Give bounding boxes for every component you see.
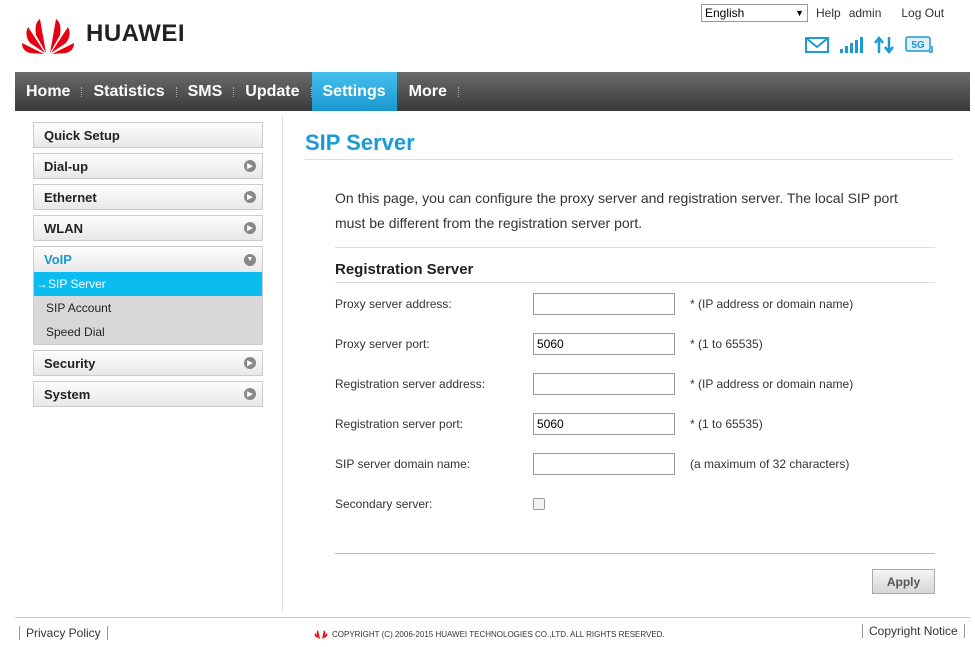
submenu-item-label: SIP Server — [48, 277, 106, 291]
field-label: Proxy server address: — [335, 297, 452, 311]
nav-separator — [457, 86, 459, 97]
sidebar-item-system[interactable]: System ▶ — [33, 381, 263, 407]
user-name: admin — [848, 6, 882, 20]
sidebar-item-security[interactable]: Security ▶ — [33, 350, 263, 376]
chevron-right-icon: ▶ — [244, 191, 256, 203]
sidebar-item-dialup[interactable]: Dial-up ▶ — [33, 153, 263, 179]
chevron-right-icon: ▶ — [244, 160, 256, 172]
field-label: Proxy server port: — [335, 337, 430, 351]
sidebar-item-label: VoIP — [44, 252, 72, 267]
help-link[interactable]: Help — [816, 6, 841, 20]
sidebar-item-label: WLAN — [44, 220, 83, 236]
mail-icon[interactable] — [805, 36, 829, 54]
svg-text:5G: 5G — [911, 40, 925, 51]
sidebar: Quick Setup Dial-up ▶ Ethernet ▶ WLAN ▶ … — [33, 122, 263, 412]
page-title: SIP Server — [305, 130, 415, 155]
huawei-logo-icon — [22, 19, 74, 54]
sidebar-item-label: Dial-up — [44, 158, 89, 174]
arrow-right-icon: → — [36, 277, 48, 291]
field-hint: * (IP address or domain name) — [690, 297, 854, 311]
voip-submenu: → SIP Server SIP Account Speed Dial — [33, 272, 263, 345]
brand-name: HUAWEI — [86, 20, 185, 47]
language-select[interactable]: English ▼ — [701, 4, 808, 22]
sidebar-item-wlan[interactable]: WLAN ▶ — [33, 215, 263, 241]
field-label: Registration server port: — [335, 417, 464, 431]
submenu-item-sip-server[interactable]: → SIP Server — [34, 272, 262, 296]
form-row-registration-address: Registration server address: * (IP addre… — [335, 372, 853, 396]
copyright-notice-link[interactable]: Copyright Notice — [862, 624, 965, 638]
form-row-secondary-server: Secondary server: — [335, 492, 545, 516]
submenu-item-label: SIP Account — [46, 301, 112, 315]
proxy-port-input[interactable]: 5060 — [533, 333, 675, 355]
field-hint: * (IP address or domain name) — [690, 377, 854, 391]
copyright: COPYRIGHT (C) 2006-2015 HUAWEI TECHNOLOG… — [314, 629, 665, 639]
domain-name-input[interactable] — [533, 453, 675, 475]
apply-button[interactable]: Apply — [872, 569, 935, 594]
form-row-registration-port: Registration server port: 5060 * (1 to 6… — [335, 412, 763, 436]
divider — [335, 247, 935, 248]
status-icons: 5G — [805, 36, 933, 54]
secondary-server-checkbox[interactable] — [533, 498, 545, 510]
logout-link[interactable]: Log Out — [901, 6, 944, 20]
field-hint: * (1 to 65535) — [690, 337, 763, 351]
sidebar-item-ethernet[interactable]: Ethernet ▶ — [33, 184, 263, 210]
sidebar-item-label: Ethernet — [44, 189, 97, 205]
divider — [335, 282, 935, 283]
submenu-item-sip-account[interactable]: SIP Account — [34, 296, 262, 320]
sidebar-item-label: Quick Setup — [44, 127, 120, 143]
huawei-small-logo-icon — [314, 630, 328, 639]
registration-port-input[interactable]: 5060 — [533, 413, 675, 435]
nav-update[interactable]: Update — [234, 72, 310, 111]
proxy-address-input[interactable] — [533, 293, 675, 315]
dropdown-arrow-icon: ▼ — [795, 8, 804, 18]
privacy-policy-link[interactable]: Privacy Policy — [19, 626, 108, 640]
top-links: English ▼ Help admin Log Out — [701, 4, 944, 22]
form-row-proxy-address: Proxy server address: * (IP address or d… — [335, 292, 853, 316]
field-label: Registration server address: — [335, 377, 486, 391]
nav-home[interactable]: Home — [15, 72, 81, 111]
nav-sms[interactable]: SMS — [177, 72, 234, 111]
field-label: SIP server domain name: — [335, 457, 471, 471]
field-hint: (a maximum of 32 characters) — [690, 457, 850, 471]
nav-settings[interactable]: Settings — [311, 72, 397, 111]
huawei-logo: HUAWEI — [20, 13, 185, 55]
page-description: On this page, you can configure the prox… — [335, 190, 898, 231]
form-row-domain-name: SIP server domain name: (a maximum of 32… — [335, 452, 849, 476]
sidebar-item-label: Security — [44, 355, 96, 371]
section-title: Registration Server — [335, 261, 474, 278]
nav-statistics[interactable]: Statistics — [82, 72, 175, 111]
nav-more[interactable]: More — [398, 72, 458, 111]
form-row-proxy-port: Proxy server port: 5060 * (1 to 65535) — [335, 332, 763, 356]
registration-address-input[interactable] — [533, 373, 675, 395]
main-nav: Home Statistics SMS Update Settings More — [15, 72, 970, 111]
chevron-right-icon: ▶ — [244, 357, 256, 369]
copyright-text: COPYRIGHT (C) 2006-2015 HUAWEI TECHNOLOG… — [332, 629, 665, 639]
divider — [335, 553, 935, 554]
submenu-item-speed-dial[interactable]: Speed Dial — [34, 320, 262, 344]
language-value: English — [705, 6, 745, 20]
sidebar-item-label: System — [44, 386, 91, 402]
5g-icon: 5G — [905, 36, 933, 53]
chevron-right-icon: ▶ — [244, 222, 256, 234]
footer-divider — [15, 617, 970, 618]
divider — [305, 159, 953, 160]
data-transfer-icon — [874, 36, 894, 54]
field-hint: * (1 to 65535) — [690, 417, 763, 431]
chevron-right-icon: ▶ — [244, 388, 256, 400]
vertical-divider — [282, 116, 283, 611]
signal-icon — [840, 37, 863, 53]
field-label: Secondary server: — [335, 497, 433, 511]
sidebar-item-quick-setup[interactable]: Quick Setup — [33, 122, 263, 148]
submenu-item-label: Speed Dial — [46, 325, 105, 339]
chevron-down-icon: ▼ — [244, 253, 256, 266]
sidebar-item-voip[interactable]: VoIP ▼ — [33, 246, 263, 272]
